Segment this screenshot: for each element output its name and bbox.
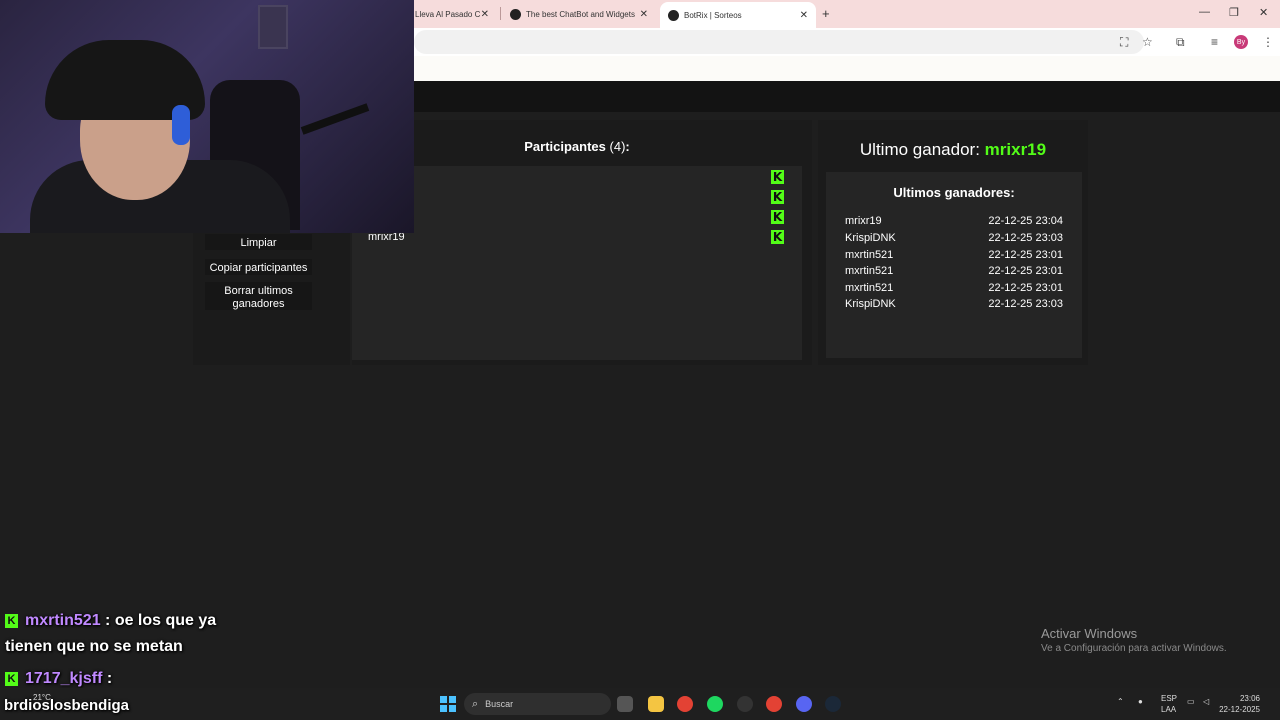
close-icon[interactable]: ✕ <box>640 9 648 20</box>
winner-name: KrispiDNK <box>845 298 896 310</box>
taskbar-clock[interactable]: 23:06 22-12-2025 <box>1218 693 1260 715</box>
chat-text: : oe los que ya <box>100 612 217 629</box>
media-icon[interactable]: ≡ <box>1211 35 1218 49</box>
participants-list <box>352 166 802 360</box>
winner-time: 22-12-25 23:01 <box>988 249 1063 261</box>
participants-colon: : <box>625 139 630 154</box>
tab-botrix-sorteos[interactable]: BotRix | Sorteos ✕ <box>660 2 816 28</box>
volume-icon[interactable]: ◁ <box>1203 697 1209 706</box>
copy-participants-button[interactable]: Copiar participantes <box>205 259 312 275</box>
headset-icon <box>172 105 190 145</box>
star-icon[interactable]: ☆ <box>1142 35 1153 49</box>
winner-name: mrixr19 <box>845 215 882 227</box>
participants-title: Participantes (4): <box>352 139 802 154</box>
microphone-icon[interactable]: ● <box>1138 697 1143 706</box>
address-bar[interactable] <box>414 30 1144 54</box>
tab-separator <box>500 7 501 20</box>
activation-title: Activar Windows <box>1041 626 1138 641</box>
winner-row: mxrtin521 22-12-25 23:01 <box>845 249 1063 261</box>
winner-row: KrispiDNK 22-12-25 23:03 <box>845 232 1063 244</box>
mic-arm <box>300 103 370 135</box>
participants-count: (4) <box>609 139 626 154</box>
chat-username: mxrtin521 <box>25 612 101 629</box>
kick-icon: K <box>771 230 784 244</box>
wall-frame <box>258 5 288 49</box>
network-icon[interactable]: ▭ <box>1187 697 1195 706</box>
clock-date: 22-12-2025 <box>1219 705 1260 714</box>
chat-username: 1717_kjsff <box>25 670 103 687</box>
minimize-icon[interactable]: — <box>1199 6 1210 18</box>
discord-icon[interactable] <box>796 696 812 712</box>
chat-text: : <box>102 670 113 687</box>
new-tab-button[interactable]: + <box>822 6 830 21</box>
kick-icon: K <box>771 210 784 224</box>
activation-subtitle: Ve a Configuración para activar Windows. <box>1041 643 1227 654</box>
kick-icon: K <box>5 614 18 628</box>
tab-chatbot-widgets[interactable]: The best ChatBot and Widgets ✕ <box>502 3 656 25</box>
tray-chevron-icon[interactable]: ⌃ <box>1117 697 1124 706</box>
kick-icon: K <box>771 170 784 184</box>
chat-message: Kmxrtin521 : oe los que ya <box>5 612 216 630</box>
chat-message: K 1717_kjsff : <box>5 670 112 688</box>
tab-title: The best ChatBot and Widgets <box>526 9 635 19</box>
last-winner-label: Ultimo ganador: <box>859 140 980 159</box>
winner-row: KrispiDNK 22-12-25 23:03 <box>845 298 1063 310</box>
file-explorer-icon[interactable] <box>648 696 664 712</box>
language-bottom[interactable]: LAA <box>1161 705 1176 714</box>
restore-icon[interactable]: ❐ <box>1229 6 1239 19</box>
last-winner: Ultimo ganador: mrixr19 <box>818 140 1088 160</box>
winners-list-title: Ultimos ganadores: <box>893 185 1015 200</box>
winner-row: mrixr19 22-12-25 23:04 <box>845 215 1063 227</box>
taskbar-search[interactable]: ⌕ Buscar <box>464 693 611 715</box>
winner-time: 22-12-25 23:01 <box>988 282 1063 294</box>
profile-avatar[interactable]: By <box>1234 35 1248 49</box>
close-icon[interactable]: ✕ <box>481 9 489 20</box>
winner-time: 22-12-25 23:04 <box>988 215 1063 227</box>
close-icon[interactable]: ✕ <box>800 10 808 21</box>
botrix-icon <box>510 8 521 20</box>
webcam-overlay <box>0 0 414 233</box>
chat-footer-name: brdioslosbendiga <box>4 697 130 714</box>
winner-name: mxrtin521 <box>845 282 894 294</box>
chrome-profile-icon[interactable] <box>766 696 782 712</box>
winner-name: mxrtin521 <box>845 249 894 261</box>
winner-time: 22-12-25 23:03 <box>988 232 1063 244</box>
translate-icon[interactable]: ⛶ <box>1120 35 1128 50</box>
menu-icon[interactable]: ⋮ <box>1262 35 1274 49</box>
tab-lleva-al-pasado[interactable]: Lleva Al Pasado C ✕ <box>407 3 497 25</box>
winner-name: KrispiDNK <box>845 232 896 244</box>
spotify-icon[interactable] <box>707 696 723 712</box>
tab-title: BotRix | Sorteos <box>684 10 742 20</box>
obs-icon[interactable] <box>737 696 753 712</box>
search-icon: ⌕ <box>472 697 479 710</box>
clear-button[interactable]: Limpiar <box>205 234 312 250</box>
last-winner-name: mrixr19 <box>984 140 1047 159</box>
extensions-icon[interactable]: ⧉ <box>1176 35 1185 50</box>
steam-icon[interactable] <box>825 696 841 712</box>
winner-name: mxrtin521 <box>845 265 894 277</box>
chat-message-cont: tienen que no se metan <box>5 638 183 655</box>
winner-time: 22-12-25 23:01 <box>988 265 1063 277</box>
participants-label: Participantes <box>524 139 606 154</box>
winner-time: 22-12-25 23:03 <box>988 298 1063 310</box>
clear-winners-button[interactable]: Borrar ultimos ganadores <box>205 282 312 310</box>
tab-title: Lleva Al Pasado C <box>415 9 481 19</box>
taskbar <box>0 688 1280 720</box>
winner-row: mxrtin521 22-12-25 23:01 <box>845 282 1063 294</box>
kick-icon: K <box>771 190 784 204</box>
winner-row: mxrtin521 22-12-25 23:01 <box>845 265 1063 277</box>
kick-icon: K <box>5 672 18 686</box>
chrome-icon[interactable] <box>677 696 693 712</box>
language-top[interactable]: ESP <box>1161 694 1177 703</box>
botrix-icon <box>668 9 679 21</box>
search-placeholder: Buscar <box>485 699 514 709</box>
clock-time: 23:06 <box>1239 694 1260 703</box>
close-window-icon[interactable]: ✕ <box>1259 6 1268 19</box>
task-view-icon[interactable] <box>617 696 633 712</box>
windows-start-icon[interactable] <box>440 696 456 712</box>
